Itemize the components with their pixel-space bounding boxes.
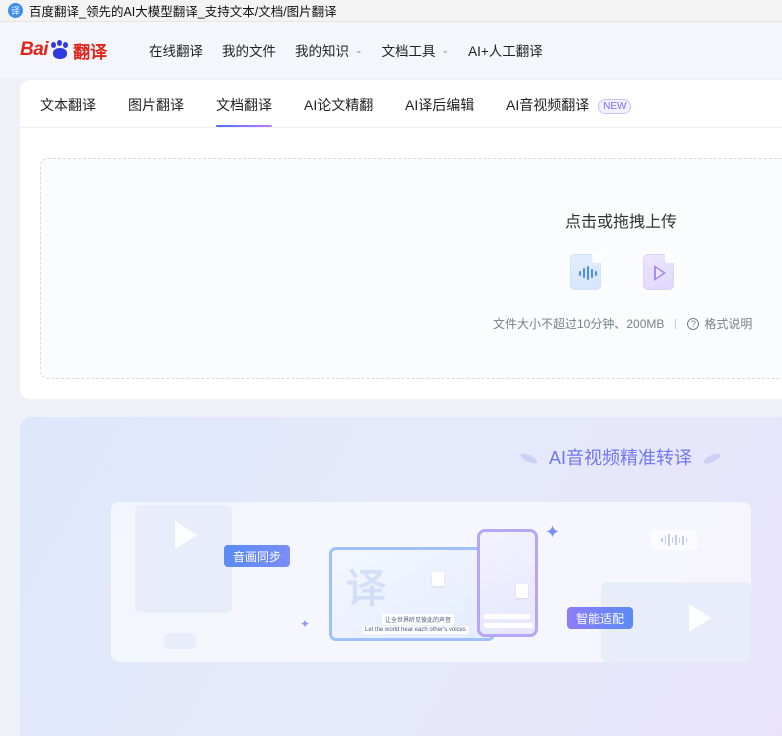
nav-label: AI+人工翻译 (468, 44, 543, 59)
tab-label: 文本翻译 (40, 97, 96, 113)
upload-dropzone[interactable]: 点击或拖拽上传 文件大小不超过10分钟、200MB ? 格式说明 (40, 158, 782, 379)
waveform-icon (651, 530, 697, 550)
top-navigation: Bai 翻译 在线翻译 我的文件 我的知识 ⌄ 文档工具 ⌄ AI+人工翻译 (0, 22, 782, 78)
nav-doc-tools[interactable]: 文档工具 ⌄ (382, 40, 450, 60)
video-file-icon (643, 254, 674, 290)
subtitle-chinese: 让全世界听见彼此的声音 (382, 614, 455, 625)
desktop-screen-illustration: 译 让全世界听见彼此的声音 Let the world hear each ot… (329, 547, 495, 641)
tab-label: AI译后编辑 (405, 97, 475, 113)
logo-text-bai: Bai (20, 39, 49, 60)
nav-online-translate[interactable]: 在线翻译 (149, 40, 203, 60)
laurel-left-icon (519, 451, 539, 466)
tab-ai-paper-translate[interactable]: AI论文精翻 (304, 95, 373, 115)
phone-illustration (477, 529, 538, 637)
tab-label: AI音视频翻译 (506, 97, 590, 113)
upload-title: 点击或拖拽上传 (565, 214, 678, 231)
translate-glyph: 译 (346, 567, 386, 611)
promo-illustration: 音画同步 译 让全世界听见彼此的声音 Let the world hear ea… (111, 502, 751, 662)
audio-file-icon (570, 254, 601, 290)
translate-tabs: 文本翻译 图片翻译 文档翻译 AI论文精翻 AI译后编辑 AI音视频翻译 NEW (20, 80, 782, 128)
smart-adapt-label: 智能适配 (567, 607, 634, 629)
chevron-down-icon: ⌄ (355, 44, 363, 55)
phone-subtitle-line (484, 623, 533, 628)
divider (675, 318, 677, 329)
sparkle-icon: ✦ (300, 617, 311, 631)
subtitle-english: Let the world hear each other's voices (362, 626, 469, 634)
nav-label: 文档工具 (381, 44, 436, 59)
question-circle-icon: ? (687, 317, 700, 330)
upload-hint: 文件大小不超过10分钟、200MB ? 格式说明 (493, 315, 752, 332)
tab-document-translate[interactable]: 文档翻译 (216, 95, 272, 127)
baidu-translate-logo[interactable]: Bai 翻译 (20, 38, 130, 63)
tab-image-translate[interactable]: 图片翻译 (128, 95, 184, 115)
window-titlebar: 译 百度翻译_领先的AI大模型翻译_支持文本/文档/图片翻译 (0, 0, 782, 22)
promo-banner: AI音视频精准转译 音画同步 译 让全世界听见彼此的声音 Let the wor… (20, 417, 782, 736)
tab-ai-post-edit[interactable]: AI译后编辑 (405, 95, 474, 115)
tab-label: 文档翻译 (216, 97, 272, 113)
nav-my-files[interactable]: 我的文件 (222, 40, 276, 60)
tab-label: AI论文精翻 (304, 97, 374, 113)
av-sync-label: 音画同步 (224, 545, 291, 567)
mini-card (516, 584, 528, 598)
phone-subtitle-line (484, 614, 530, 619)
nav-label: 我的文件 (222, 44, 276, 59)
new-badge: NEW (598, 99, 632, 114)
tab-label: 图片翻译 (128, 97, 184, 113)
nav-my-knowledge[interactable]: 我的知识 ⌄ (295, 40, 363, 60)
format-help-label: 格式说明 (704, 317, 753, 331)
tab-text-translate[interactable]: 文本翻译 (40, 95, 96, 115)
sparkle-icon: ✦ (545, 522, 561, 542)
tab-ai-av-translate[interactable]: AI音视频翻译 NEW (506, 95, 632, 115)
nav-label: 我的知识 (295, 44, 349, 59)
nav-label: 在线翻译 (149, 44, 203, 59)
play-icon (175, 521, 197, 549)
mini-card (432, 572, 444, 586)
nav-ai-human-translate[interactable]: AI+人工翻译 (468, 40, 543, 60)
promo-title: AI音视频精准转译 (549, 448, 693, 468)
background-video-card (135, 505, 232, 613)
window-title: 百度翻译_领先的AI大模型翻译_支持文本/文档/图片翻译 (29, 5, 337, 19)
play-icon (689, 604, 711, 632)
logo-text-fanyi: 翻译 (73, 42, 108, 62)
chevron-down-icon: ⌄ (441, 44, 450, 55)
laurel-right-icon (702, 451, 722, 466)
file-limit-text: 文件大小不超过10分钟、200MB (493, 317, 665, 331)
paw-icon (49, 40, 71, 60)
format-help-link[interactable]: ? 格式说明 (687, 315, 752, 332)
mini-card (164, 633, 196, 649)
translate-favicon-icon: 译 (8, 3, 23, 18)
translate-card: 文本翻译 图片翻译 文档翻译 AI论文精翻 AI译后编辑 AI音视频翻译 NEW… (20, 80, 782, 399)
